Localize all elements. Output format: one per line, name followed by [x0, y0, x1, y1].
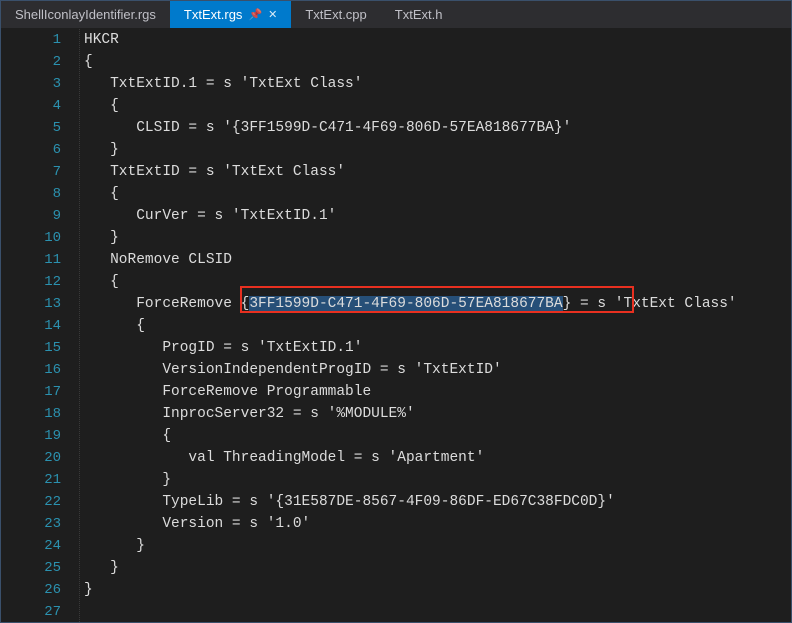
code-line[interactable]: CLSID = s '{3FF1599D-C471-4F69-806D-57EA…	[80, 117, 791, 139]
code-line[interactable]: HKCR	[80, 29, 791, 51]
code-line[interactable]: }	[80, 535, 791, 557]
code-line[interactable]: ProgID = s 'TxtExtID.1'	[80, 337, 791, 359]
code-line[interactable]: }	[80, 227, 791, 249]
code-line[interactable]: InprocServer32 = s '%MODULE%'	[80, 403, 791, 425]
line-number: 17	[1, 381, 61, 403]
line-number: 1	[1, 29, 61, 51]
code-text: ForceRemove {	[84, 296, 249, 312]
line-number: 26	[1, 579, 61, 601]
code-line[interactable]: val ThreadingModel = s 'Apartment'	[80, 447, 791, 469]
code-line[interactable]	[80, 601, 791, 623]
selected-guid[interactable]: 3FF1599D-C471-4F69-806D-57EA818677BA	[249, 296, 562, 312]
line-number-gutter: 1 2 3 4 5 6 7 8 9 10 11 12 13 14 15 16 1…	[1, 29, 79, 622]
code-line[interactable]: NoRemove CLSID	[80, 249, 791, 271]
code-line[interactable]: ForceRemove {3FF1599D-C471-4F69-806D-57E…	[80, 293, 791, 315]
code-line[interactable]: }	[80, 579, 791, 601]
tab-txtext-rgs[interactable]: TxtExt.rgs 📌 ✕	[170, 1, 291, 28]
code-text: } = s 'TxtExt Class'	[563, 296, 737, 312]
code-line[interactable]: VersionIndependentProgID = s 'TxtExtID'	[80, 359, 791, 381]
line-number: 3	[1, 73, 61, 95]
code-line[interactable]: {	[80, 315, 791, 337]
code-line[interactable]: {	[80, 95, 791, 117]
code-line[interactable]: {	[80, 183, 791, 205]
line-number: 22	[1, 491, 61, 513]
code-line[interactable]: {	[80, 51, 791, 73]
editor: 1 2 3 4 5 6 7 8 9 10 11 12 13 14 15 16 1…	[1, 29, 791, 622]
tab-label: TxtExt.h	[395, 7, 443, 22]
line-number: 2	[1, 51, 61, 73]
code-line[interactable]: }	[80, 139, 791, 161]
line-number: 4	[1, 95, 61, 117]
tab-shelliconlayidentifier[interactable]: ShellIconlayIdentifier.rgs	[1, 1, 170, 28]
code-line[interactable]: TypeLib = s '{31E587DE-8567-4F09-86DF-ED…	[80, 491, 791, 513]
code-area[interactable]: HKCR { TxtExtID.1 = s 'TxtExt Class' { C…	[79, 29, 791, 622]
tab-label: ShellIconlayIdentifier.rgs	[15, 7, 156, 22]
line-number: 13	[1, 293, 61, 315]
line-number: 15	[1, 337, 61, 359]
line-number: 23	[1, 513, 61, 535]
tab-label: TxtExt.cpp	[305, 7, 366, 22]
code-line[interactable]: }	[80, 557, 791, 579]
line-number: 20	[1, 447, 61, 469]
line-number: 10	[1, 227, 61, 249]
code-line[interactable]: TxtExtID.1 = s 'TxtExt Class'	[80, 73, 791, 95]
code-line[interactable]: CurVer = s 'TxtExtID.1'	[80, 205, 791, 227]
line-number: 7	[1, 161, 61, 183]
line-number: 25	[1, 557, 61, 579]
code-line[interactable]: {	[80, 425, 791, 447]
line-number: 18	[1, 403, 61, 425]
line-number: 11	[1, 249, 61, 271]
tab-txtext-h[interactable]: TxtExt.h	[381, 1, 457, 28]
line-number: 9	[1, 205, 61, 227]
code-line[interactable]: ForceRemove Programmable	[80, 381, 791, 403]
tab-label: TxtExt.rgs	[184, 7, 243, 22]
line-number: 5	[1, 117, 61, 139]
code-line[interactable]: TxtExtID = s 'TxtExt Class'	[80, 161, 791, 183]
line-number: 16	[1, 359, 61, 381]
close-icon[interactable]: ✕	[268, 8, 277, 21]
pin-icon[interactable]: 📌	[248, 8, 262, 21]
code-line[interactable]: {	[80, 271, 791, 293]
line-number: 19	[1, 425, 61, 447]
line-number: 21	[1, 469, 61, 491]
code-line[interactable]: Version = s '1.0'	[80, 513, 791, 535]
tab-txtext-cpp[interactable]: TxtExt.cpp	[291, 1, 380, 28]
line-number: 8	[1, 183, 61, 205]
code-line[interactable]: }	[80, 469, 791, 491]
tab-bar: ShellIconlayIdentifier.rgs TxtExt.rgs 📌 …	[1, 1, 791, 29]
line-number: 14	[1, 315, 61, 337]
line-number: 6	[1, 139, 61, 161]
line-number: 27	[1, 601, 61, 623]
line-number: 12	[1, 271, 61, 293]
line-number: 24	[1, 535, 61, 557]
